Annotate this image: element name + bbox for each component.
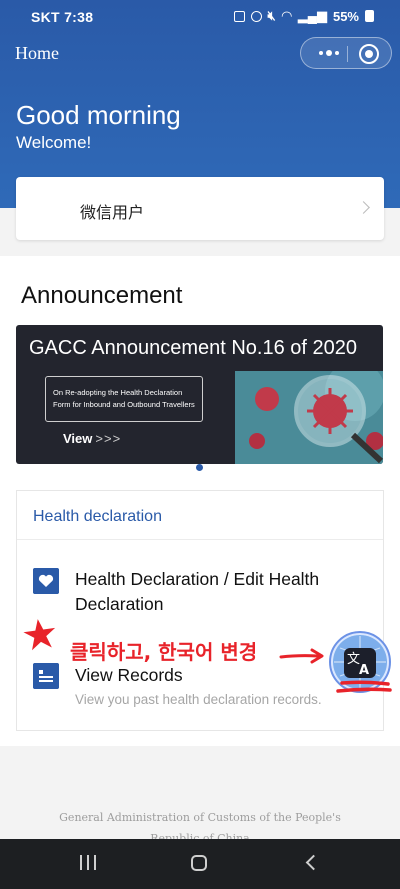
underline-annotation-icon (336, 680, 392, 693)
alarm-icon (250, 10, 262, 22)
page-title: Home (15, 43, 59, 63)
recent-apps-icon[interactable] (80, 855, 96, 870)
health-declaration-card: Health declaration Health Declaration / … (16, 490, 384, 731)
translate-glyph-a: A (359, 663, 369, 678)
announcement-banner[interactable]: GACC Announcement No.16 of 2020 On Re-ad… (16, 325, 383, 464)
banner-view-arrows: >>> (95, 431, 122, 446)
chevron-right-icon (357, 201, 370, 214)
announcement-title: Announcement (21, 282, 183, 309)
mini-program-capsule (300, 37, 392, 69)
navbar: Home (0, 34, 400, 74)
capsule-divider (347, 46, 348, 62)
signal-icon: ▂▄▆ (297, 8, 327, 23)
home-icon[interactable] (191, 855, 207, 871)
battery-icon (365, 10, 374, 22)
user-name: 微信用户 (80, 203, 145, 222)
star-annotation-icon (23, 619, 56, 651)
carousel-indicator (196, 464, 203, 471)
status-icons: 🔇︎ ◠ ▂▄▆ 55% (233, 8, 374, 24)
banner-subtitle-box: On Re-adopting the Health Declaration Fo… (45, 376, 203, 422)
heart-icon (33, 568, 59, 594)
footer-line1: General Administration of Customs of the… (59, 811, 341, 824)
virus-image (235, 371, 383, 464)
divider (17, 539, 383, 540)
health-section-title: Health declaration (33, 508, 162, 525)
banner-view-label: View (63, 431, 93, 446)
view-records-link[interactable]: View Records (75, 665, 183, 686)
mute-icon: 🔇︎ (267, 8, 276, 23)
status-bar: SKT 7:38 🔇︎ ◠ ▂▄▆ 55% (0, 0, 400, 34)
carrier-time: SKT 7:38 (31, 9, 94, 25)
banner-subtitle-line1: On Re-adopting the Health Declaration (53, 388, 183, 397)
annotation-text: 클릭하고, 한국어 변경 (70, 640, 258, 664)
battery-percent: 55% (332, 8, 359, 24)
back-icon[interactable] (305, 854, 322, 871)
arrow-right-annotation-icon (279, 648, 324, 664)
welcome-text: Welcome! (16, 133, 92, 152)
system-navigation-bar (0, 839, 400, 889)
banner-title: GACC Announcement No.16 of 2020 (29, 337, 357, 359)
view-records-description: View you past health declaration records… (75, 692, 322, 707)
close-miniprogram-icon[interactable] (359, 44, 379, 64)
banner-subtitle-line2: Form for Inbound and Outbound Travellers (53, 400, 195, 409)
banner-view-link[interactable]: View >>> (63, 431, 121, 446)
health-declaration-link[interactable]: Health Declaration / Edit Health Declara… (75, 567, 365, 617)
greeting: Good morning (16, 100, 181, 130)
wifi-icon: ◠ (281, 8, 292, 23)
notification-icon (233, 10, 245, 22)
more-icon[interactable] (311, 38, 347, 68)
records-icon (33, 663, 59, 689)
user-card[interactable]: 微信用户 (16, 177, 384, 240)
